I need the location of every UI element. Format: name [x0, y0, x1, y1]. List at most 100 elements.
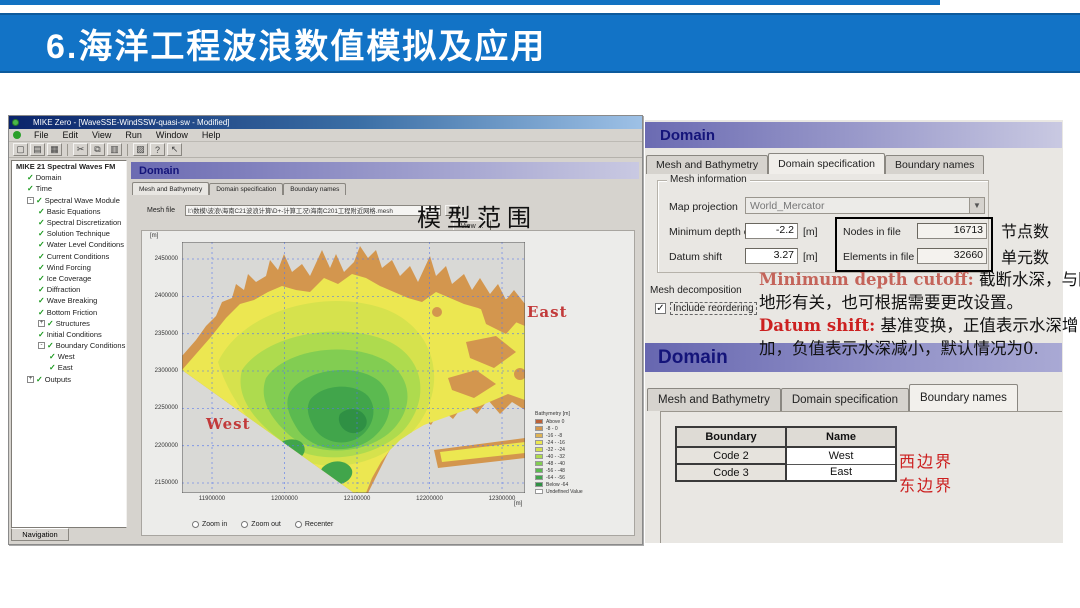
- tree-item-outputs[interactable]: +✓Outputs: [12, 374, 126, 385]
- tree-item-label: Solution Technique: [47, 229, 110, 238]
- check-icon: ✓: [38, 263, 45, 272]
- legend-entry: -56 - -48: [535, 467, 601, 474]
- open-icon[interactable]: ▤: [30, 143, 45, 156]
- tree-item-water-level-conditions[interactable]: ✓Water Level Conditions: [12, 239, 126, 250]
- tab-boundary-names[interactable]: Boundary names: [283, 183, 346, 195]
- tree-item-label: Initial Conditions: [47, 330, 102, 339]
- paste-icon[interactable]: ▥: [107, 143, 122, 156]
- bathymetry-map[interactable]: [182, 242, 525, 493]
- tree-item-diffraction[interactable]: ✓Diffraction: [12, 284, 126, 295]
- legend-entry: -48 - -40: [535, 460, 601, 467]
- tab-domain-specification[interactable]: Domain specification: [209, 183, 283, 195]
- tree-item-label: Basic Equations: [47, 207, 101, 216]
- tab-domain-specification[interactable]: Domain specification: [768, 153, 885, 174]
- context-help-icon[interactable]: ↖: [167, 143, 182, 156]
- radio-icon: [192, 521, 199, 528]
- table-cell[interactable]: West: [786, 447, 896, 464]
- legend-entry-label: -8 - 0: [546, 426, 558, 432]
- tree-item-solution-technique[interactable]: ✓Solution Technique: [12, 228, 126, 239]
- tree-item-current-conditions[interactable]: ✓Current Conditions: [12, 251, 126, 262]
- tree-item-label: Outputs: [45, 375, 71, 384]
- tab-boundary-names[interactable]: Boundary names: [909, 384, 1018, 411]
- tree-item-domain[interactable]: ✓Domain: [12, 172, 126, 183]
- document-area: Domain Mesh and BathymetryDomain specifi…: [129, 160, 642, 544]
- tree-item-spectral-discretization[interactable]: ✓Spectral Discretization: [12, 217, 126, 228]
- legend-entry: -24 - -16: [535, 439, 601, 446]
- menu-file[interactable]: File: [27, 130, 56, 140]
- datum-shift-input[interactable]: 3.27: [745, 248, 798, 264]
- cut-icon[interactable]: ✂: [73, 143, 88, 156]
- domain-specification-panel: Domain Mesh and BathymetryDomain specifi…: [645, 120, 1063, 543]
- save-icon[interactable]: ▦: [47, 143, 62, 156]
- expand-icon[interactable]: +: [38, 320, 45, 327]
- tree-item-bottom-friction[interactable]: ✓Bottom Friction: [12, 306, 126, 317]
- toolbar: ▢▤▦ ✂⧉▥ ▨?↖: [9, 142, 642, 158]
- table-cell[interactable]: East: [786, 464, 896, 481]
- min-depth-input[interactable]: -2.2: [745, 223, 798, 239]
- tree-item-boundary-conditions[interactable]: -✓Boundary Conditions: [12, 340, 126, 351]
- window-titlebar[interactable]: MIKE Zero - [WaveSSE-WindSSW-quasi-sw - …: [9, 116, 642, 129]
- radio-zoom-in[interactable]: Zoom in: [192, 521, 227, 528]
- datum-shift-value: 3.27: [774, 249, 794, 261]
- note-term: Datum shift:: [759, 316, 875, 335]
- west-boundary-cn-annotation: 西边界: [899, 448, 953, 472]
- tree-item-label: Structures: [56, 319, 90, 328]
- x-tick-label: 12300000: [477, 496, 527, 502]
- menu-help[interactable]: Help: [195, 130, 228, 140]
- tree-item-wind-forcing[interactable]: ✓Wind Forcing: [12, 262, 126, 273]
- tree-item-east[interactable]: ✓East: [12, 362, 126, 373]
- menu-run[interactable]: Run: [118, 130, 149, 140]
- new-icon[interactable]: ▢: [13, 143, 28, 156]
- bathymetry-legend: Bathymetry [m] Above 0-8 - 0-16 - -8-24 …: [535, 411, 601, 495]
- map-projection-dropdown[interactable]: World_Mercator ▼: [745, 197, 985, 214]
- tree-item-ice-coverage[interactable]: ✓Ice Coverage: [12, 273, 126, 284]
- tree-item-west[interactable]: ✓West: [12, 351, 126, 362]
- mike-zero-window: MIKE Zero - [WaveSSE-WindSSW-quasi-sw - …: [8, 115, 643, 545]
- tab-mesh-and-bathymetry[interactable]: Mesh and Bathymetry: [132, 182, 209, 195]
- check-icon: ✓: [38, 240, 45, 249]
- navigation-tab[interactable]: Navigation: [11, 528, 69, 541]
- menu-edit[interactable]: Edit: [56, 130, 86, 140]
- legend-color-chip: [535, 454, 543, 459]
- collapse-icon[interactable]: -: [38, 342, 45, 349]
- about-icon[interactable]: ?: [150, 143, 165, 156]
- tab-domain-specification[interactable]: Domain specification: [781, 388, 909, 411]
- note-text: 截断水深，与网格: [974, 270, 1080, 289]
- tree-item-mike-21-spectral-waves-fm[interactable]: MIKE 21 Spectral Waves FM: [12, 161, 126, 172]
- check-icon: ✓: [27, 173, 34, 182]
- legend-rows: Above 0-8 - 0-16 - -8-24 - -16-32 - -24-…: [535, 418, 601, 495]
- copy-icon[interactable]: ⧉: [90, 143, 105, 156]
- tree-item-basic-equations[interactable]: ✓Basic Equations: [12, 206, 126, 217]
- print-icon[interactable]: ▨: [133, 143, 148, 156]
- collapse-icon[interactable]: -: [27, 197, 34, 204]
- menu-view[interactable]: View: [85, 130, 118, 140]
- tree-item-structures[interactable]: +✓Structures: [12, 318, 126, 329]
- check-icon: ✓: [38, 285, 45, 294]
- radio-zoom-out[interactable]: Zoom out: [241, 521, 281, 528]
- tree-item-initial-conditions[interactable]: ✓Initial Conditions: [12, 329, 126, 340]
- check-icon: ✓: [38, 207, 45, 216]
- table-cell[interactable]: Code 2: [676, 447, 786, 464]
- tree-item-spectral-wave-module[interactable]: -✓Spectral Wave Module: [12, 195, 126, 206]
- table-cell[interactable]: Code 3: [676, 464, 786, 481]
- expand-icon[interactable]: +: [27, 376, 34, 383]
- tree-item-wave-breaking[interactable]: ✓Wave Breaking: [12, 295, 126, 306]
- tab-mesh-and-bathymetry[interactable]: Mesh and Bathymetry: [646, 155, 768, 174]
- check-icon: ✓: [38, 229, 45, 238]
- check-icon: ✓: [36, 196, 43, 205]
- radio-icon: [241, 521, 248, 528]
- menu-window[interactable]: Window: [149, 130, 195, 140]
- chevron-down-icon: ▼: [969, 198, 984, 213]
- radio-recenter[interactable]: Recenter: [295, 521, 333, 528]
- x-tick-label: 12200000: [405, 496, 455, 502]
- tab-mesh-and-bathymetry[interactable]: Mesh and Bathymetry: [647, 388, 781, 411]
- tab-boundary-names[interactable]: Boundary names: [885, 155, 984, 174]
- legend-color-chip: [535, 489, 543, 494]
- tree-item-label: Boundary Conditions: [56, 341, 126, 350]
- legend-entry-label: -16 - -8: [546, 433, 562, 439]
- tree-item-time[interactable]: ✓Time: [12, 183, 126, 194]
- mesh-file-input[interactable]: I:\数模\波浪\海南C21波浪计算\D+-计算工况\海南C201工程附近网格.…: [185, 205, 441, 216]
- y-tick-label: 2350000: [144, 331, 178, 337]
- tree-item-label: Diffraction: [47, 285, 81, 294]
- include-reordering-checkbox[interactable]: ✓ Include reordering: [655, 302, 757, 315]
